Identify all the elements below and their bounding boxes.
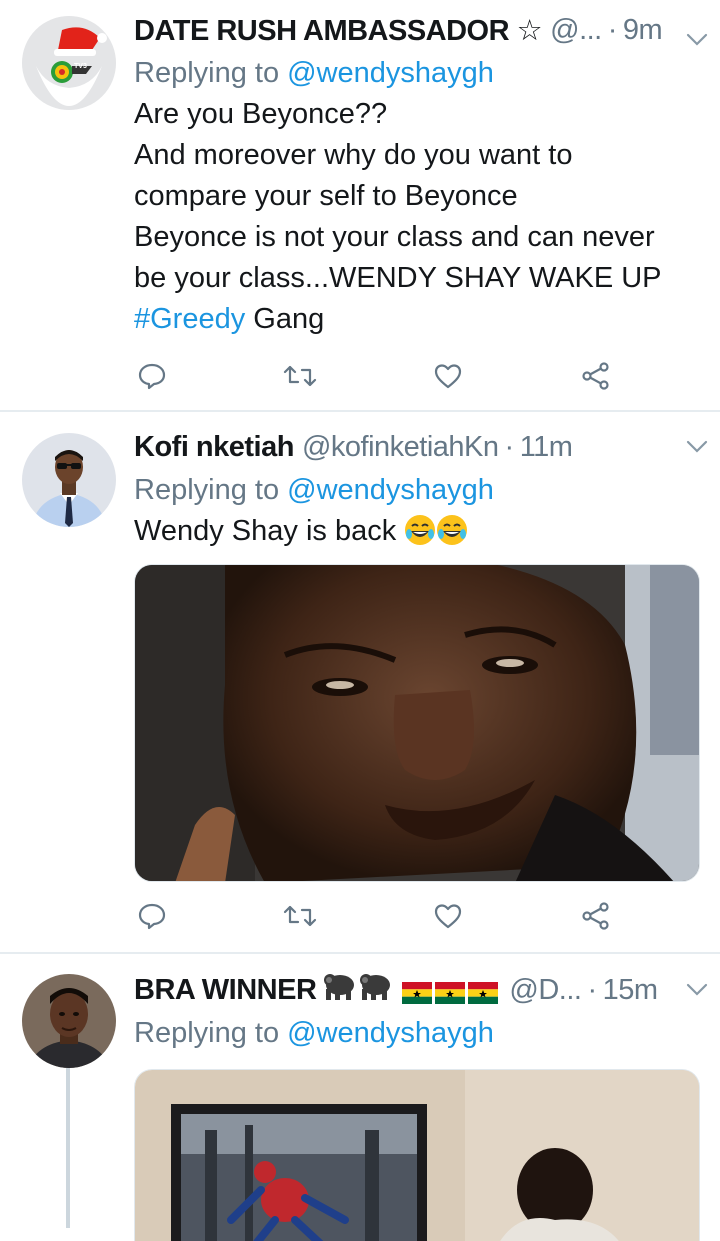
- retweet-icon[interactable]: [282, 358, 318, 394]
- tweet-text-line: Beyonce is not your class and can never: [134, 221, 655, 253]
- heart-icon[interactable]: [430, 358, 466, 394]
- avatar-badge: TV3: [74, 63, 87, 70]
- tweet-image[interactable]: [134, 564, 700, 882]
- timeline: TV3 DATE RUSH AMBASSADOR ☆ @... · 9m Rep…: [0, 0, 720, 1241]
- ghana-flag-icon: [402, 979, 433, 1004]
- hashtag-tail: Gang: [245, 303, 325, 335]
- tweet-text-line: And moreover why do you want to: [134, 139, 573, 171]
- tweet[interactable]: TV3 DATE RUSH AMBASSADOR ☆ @... · 9m Rep…: [0, 0, 720, 410]
- reply-icon[interactable]: [134, 898, 170, 934]
- separator-dot: ·: [607, 13, 618, 46]
- display-name[interactable]: Kofi nketiah: [134, 431, 294, 464]
- user-handle[interactable]: @...: [550, 14, 602, 47]
- user-handle[interactable]: @D...: [509, 974, 582, 1007]
- chevron-down-icon[interactable]: [682, 20, 712, 60]
- tweet-text-line: compare your self to Beyonce: [134, 180, 518, 212]
- tweet-text-line: #Greedy Gang: [134, 299, 698, 340]
- chevron-down-icon[interactable]: [682, 970, 712, 1010]
- tweet-header: Kofi nketiah @kofinketiahKn · 11m: [134, 427, 698, 467]
- gorilla-emoji-icon: [322, 971, 394, 1009]
- timestamp[interactable]: 11m: [520, 431, 573, 464]
- reply-context: Replying to @wendyshaygh: [134, 52, 698, 94]
- separator-dot: ·: [504, 430, 515, 463]
- thread-connector: [66, 1068, 70, 1228]
- chevron-down-icon[interactable]: [682, 427, 712, 467]
- tweet-header: BRA WINNER @D... · 15m: [134, 970, 698, 1010]
- tweet-text-line: be your class...WENDY SHAY WAKE UP: [134, 262, 662, 294]
- avatar[interactable]: [22, 974, 116, 1068]
- reply-prefix: Replying to: [134, 1017, 280, 1049]
- retweet-icon[interactable]: [282, 898, 318, 934]
- share-icon[interactable]: [578, 358, 614, 394]
- reply-prefix: Replying to: [134, 474, 280, 506]
- reply-context: Replying to @wendyshaygh: [134, 469, 698, 511]
- tweet-text: Wendy Shay is back: [134, 511, 698, 558]
- ghana-flags: [402, 979, 501, 1004]
- ghana-flag-icon: [468, 979, 499, 1004]
- avatar[interactable]: TV3: [22, 16, 116, 110]
- tweet[interactable]: BRA WINNER @D... · 15m Replying to @wend…: [0, 954, 720, 1241]
- share-icon[interactable]: [578, 898, 614, 934]
- reply-prefix: Replying to: [134, 57, 280, 89]
- reply-mention[interactable]: @wendyshaygh: [287, 57, 494, 89]
- tweet-text-content: Wendy Shay is back: [134, 515, 397, 547]
- reply-mention[interactable]: @wendyshaygh: [287, 1017, 494, 1049]
- timestamp[interactable]: 15m: [603, 974, 658, 1007]
- avatar[interactable]: [22, 433, 116, 527]
- hashtag-link[interactable]: #Greedy: [134, 303, 245, 335]
- tweet-actions: [134, 354, 614, 398]
- heart-icon[interactable]: [430, 898, 466, 934]
- tweet-text-line: Are you Beyonce??: [134, 98, 388, 130]
- display-name[interactable]: DATE RUSH AMBASSADOR ☆: [134, 13, 543, 48]
- tweet-actions: [134, 894, 614, 938]
- user-handle[interactable]: @kofinketiahKn: [302, 431, 499, 464]
- reply-mention[interactable]: @wendyshaygh: [287, 474, 494, 506]
- display-name[interactable]: BRA WINNER: [134, 974, 317, 1007]
- tweet-header: DATE RUSH AMBASSADOR ☆ @... · 9m: [134, 10, 698, 50]
- tweet-image[interactable]: [134, 1069, 700, 1241]
- timestamp[interactable]: 9m: [623, 14, 663, 47]
- separator-dot: ·: [587, 973, 597, 1006]
- reply-context: Replying to @wendyshaygh: [134, 1012, 698, 1054]
- laughing-emoji-icon: [404, 514, 468, 558]
- ghana-flag-icon: [435, 979, 466, 1004]
- tweet-text-line: Wendy Shay is back: [134, 511, 698, 558]
- tweet[interactable]: Kofi nketiah @kofinketiahKn · 11m Replyi…: [0, 412, 720, 952]
- tweet-text: Are you Beyonce?? And moreover why do yo…: [134, 94, 698, 340]
- reply-icon[interactable]: [134, 358, 170, 394]
